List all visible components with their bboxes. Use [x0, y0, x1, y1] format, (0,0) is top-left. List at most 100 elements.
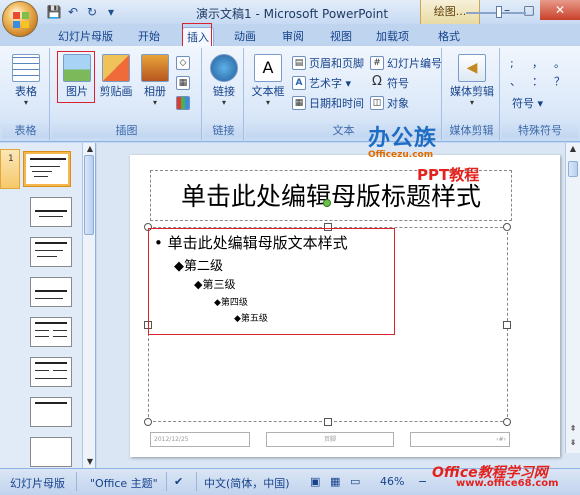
group-special-label: 特殊符号 — [502, 124, 578, 138]
special-char-5[interactable]: ： — [532, 72, 543, 90]
thumbnail-layout-3[interactable] — [30, 277, 72, 307]
zoom-level[interactable]: 46% — [380, 475, 404, 488]
tab-review[interactable]: 审阅 — [278, 27, 308, 46]
normal-view-icon[interactable]: ▣ — [310, 475, 320, 488]
wordart-label: 艺术字 ▾ — [309, 77, 352, 90]
editor-next-slide[interactable]: ⇟ — [567, 437, 579, 449]
zoom-out-button[interactable]: − — [418, 475, 427, 488]
resize-handle-br[interactable] — [503, 418, 511, 426]
group-links: 链接 ▾ 链接 — [204, 48, 244, 140]
watermark-sub: PPT教程 — [417, 166, 480, 184]
special-char-6[interactable]: ？ — [554, 72, 565, 90]
zoom-slider-knob[interactable] — [496, 6, 502, 18]
slide-number-icon: # — [370, 56, 384, 70]
bottom-watermark-url: www.office68.com — [456, 478, 559, 489]
thumbnail-layout-6[interactable] — [30, 397, 72, 427]
group-table: 表格 ▾ 表格 — [2, 48, 50, 140]
speaker-icon: ◀ — [458, 54, 486, 82]
thumbnail-layout-4[interactable] — [30, 317, 72, 347]
chart-button[interactable] — [176, 94, 190, 112]
status-language[interactable]: 中文(简体，中国) — [204, 475, 290, 491]
special-symbol-button[interactable]: 符号 ▾ — [512, 94, 543, 112]
special-char-4[interactable]: 、 — [510, 72, 521, 90]
textbox-label: 文本框 — [251, 85, 285, 98]
rotate-handle[interactable] — [323, 199, 331, 207]
scroll-up-arrow[interactable]: ▲ — [84, 143, 96, 155]
symbol-label: 符号 — [387, 77, 409, 90]
tab-animations[interactable]: 动画 — [230, 27, 260, 46]
status-theme: "Office 主题" — [90, 477, 158, 490]
header-footer-button[interactable]: ▤ 页眉和页脚 — [292, 54, 364, 72]
resize-handle-bl[interactable] — [144, 418, 152, 426]
footer-text-placeholder[interactable]: 页脚 — [266, 432, 394, 447]
thumbnail-layout-7[interactable] — [30, 437, 72, 467]
header-footer-icon: ▤ — [292, 56, 306, 70]
highlight-insert-tab — [182, 23, 212, 47]
header-footer-label: 页眉和页脚 — [309, 57, 364, 70]
smartart-button[interactable]: ▦ — [176, 74, 190, 92]
object-label: 对象 — [387, 97, 409, 110]
editor-scrollbar[interactable]: ▲ ⇞ ⇟ — [565, 143, 580, 453]
resize-handle-r[interactable] — [503, 321, 511, 329]
clipart-icon — [102, 54, 130, 82]
album-button[interactable]: 相册 ▾ — [136, 52, 174, 110]
quick-access-toolbar: 💾 ↶ ↻ ▾ — [46, 4, 119, 20]
wordart-button[interactable]: A 艺术字 ▾ — [292, 74, 351, 92]
highlight-picture-button — [57, 51, 95, 103]
scrollbar-thumb[interactable] — [84, 155, 94, 235]
media-clip-button[interactable]: ◀ 媒体剪辑 ▾ — [449, 52, 495, 110]
special-char-2[interactable]: ， — [532, 54, 543, 72]
thumbnail-layout-5[interactable] — [30, 357, 72, 387]
sorter-view-icon[interactable]: ▦ — [330, 475, 340, 488]
tab-view[interactable]: 视图 — [326, 27, 356, 46]
undo-icon[interactable]: ↶ — [65, 4, 81, 20]
object-button[interactable]: ◫ 对象 — [370, 94, 409, 112]
thumbnail-layout-1[interactable] — [30, 197, 72, 227]
resize-handle-tr[interactable] — [503, 223, 511, 231]
special-char-3[interactable]: 。 — [554, 54, 565, 72]
special-char-1[interactable]: ; — [510, 54, 514, 72]
tab-slide-master[interactable]: 幻灯片母版 — [54, 27, 117, 46]
officezu-watermark: 办公族 Officezu.com PPT教程 — [368, 120, 486, 184]
wordart-icon: A — [292, 76, 306, 90]
group-table-label: 表格 — [2, 124, 49, 138]
textbox-button[interactable]: A 文本框 ▾ — [248, 52, 288, 110]
editor-scroll-up[interactable]: ▲ — [567, 143, 579, 155]
shapes-button[interactable]: ◇ — [176, 54, 190, 72]
office-button[interactable] — [2, 1, 38, 37]
powerpoint-window: 💾 ↶ ↻ ▾ 演示文稿1 - Microsoft PowerPoint 绘图.… — [0, 0, 580, 495]
office-logo-icon — [13, 12, 29, 28]
datetime-button[interactable]: ▦ 日期和时间 — [292, 94, 364, 112]
footer-date-placeholder[interactable]: 2012/12/25 — [150, 432, 250, 447]
shapes-icon: ◇ — [176, 56, 190, 70]
slide-number: 1 — [8, 154, 14, 164]
links-button[interactable]: 链接 ▾ — [205, 52, 243, 110]
slide-number-button[interactable]: # 幻灯片编号 — [370, 54, 442, 72]
qat-more-icon[interactable]: ▾ — [103, 4, 119, 20]
thumbnail-master[interactable] — [24, 152, 70, 186]
resize-handle-b[interactable] — [324, 418, 332, 426]
footer-number-placeholder[interactable]: ‹#› — [410, 432, 510, 447]
scroll-down-arrow[interactable]: ▼ — [84, 456, 96, 468]
thumbnail-scrollbar[interactable]: ▲ ▼ — [82, 143, 95, 468]
editor-prev-slide[interactable]: ⇞ — [567, 423, 579, 435]
slideshow-view-icon[interactable]: ▭ — [350, 475, 360, 488]
window-controls: – □ ✕ — [496, 0, 580, 20]
album-label: 相册 — [144, 85, 166, 98]
maximize-button[interactable]: □ — [518, 0, 540, 20]
tab-format[interactable]: 格式 — [434, 27, 464, 46]
close-button[interactable]: ✕ — [540, 0, 580, 20]
editor-scroll-thumb[interactable] — [568, 161, 578, 177]
redo-icon[interactable]: ↻ — [84, 4, 100, 20]
thumbnail-layout-2[interactable] — [30, 237, 72, 267]
calendar-icon: ▦ — [292, 96, 306, 110]
clipart-button[interactable]: 剪贴画 — [96, 52, 136, 110]
tab-home[interactable]: 开始 — [134, 27, 164, 46]
save-icon[interactable]: 💾 — [46, 4, 62, 20]
group-illustrations-label: 插图 — [52, 124, 201, 138]
symbol-button[interactable]: Ω 符号 — [370, 74, 409, 92]
tab-addins[interactable]: 加载项 — [372, 27, 413, 46]
table-button[interactable]: 表格 ▾ — [7, 52, 45, 110]
spell-check-icon[interactable]: ✔ — [174, 475, 183, 488]
group-links-label: 链接 — [204, 124, 243, 138]
